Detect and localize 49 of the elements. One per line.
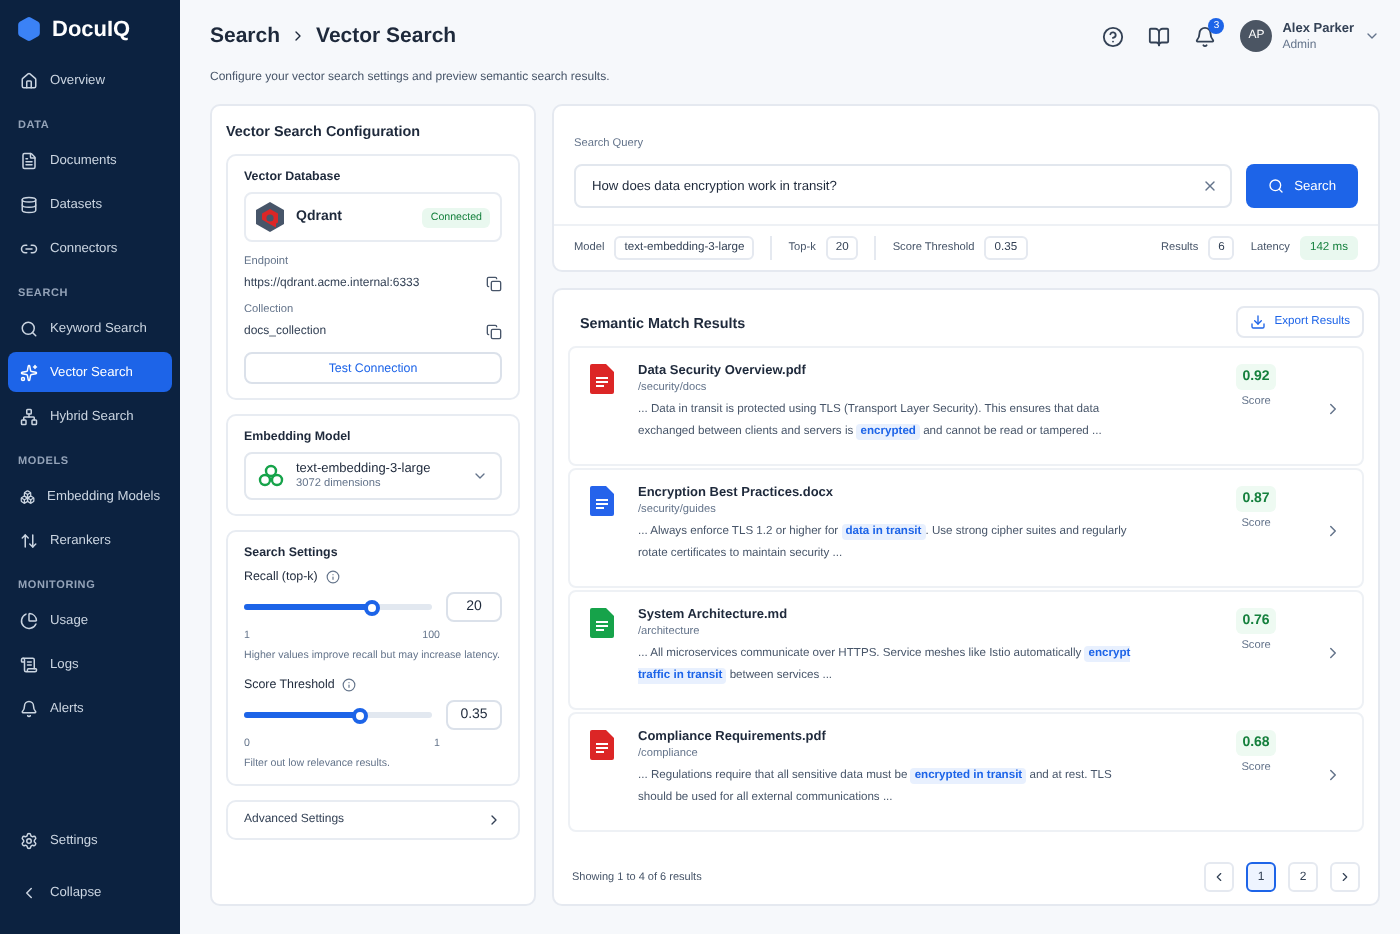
slider-track[interactable] bbox=[244, 604, 432, 610]
chevron-right-icon[interactable] bbox=[1324, 521, 1342, 539]
settings-icon bbox=[20, 831, 38, 849]
file-icon bbox=[590, 486, 614, 516]
help-icon[interactable] bbox=[1102, 25, 1125, 47]
slider-track[interactable] bbox=[244, 712, 432, 718]
nav-icon bbox=[20, 363, 38, 381]
nav-icon bbox=[20, 611, 38, 629]
nav-icon bbox=[20, 699, 38, 717]
search-icon bbox=[1268, 178, 1285, 194]
nav-icon bbox=[20, 655, 38, 673]
chevron-left-icon bbox=[1212, 870, 1226, 884]
nav-icon bbox=[20, 151, 38, 169]
chevron-down-icon bbox=[472, 468, 488, 484]
nav-icon bbox=[20, 71, 38, 89]
chevron-left-icon bbox=[20, 883, 38, 901]
nav-icon bbox=[20, 319, 38, 337]
chevron-right-icon[interactable] bbox=[1324, 765, 1342, 783]
info-icon[interactable] bbox=[342, 678, 357, 692]
book-icon[interactable] bbox=[1148, 25, 1171, 47]
file-icon bbox=[590, 730, 614, 760]
model-logo-icon bbox=[258, 463, 284, 489]
copy-icon[interactable] bbox=[486, 276, 502, 292]
logo-icon bbox=[16, 16, 42, 42]
copy-icon[interactable] bbox=[486, 324, 502, 340]
app-name: DocuIQ bbox=[52, 17, 131, 41]
file-icon bbox=[590, 608, 614, 638]
nav-icon bbox=[20, 239, 38, 257]
chevron-right-icon bbox=[486, 812, 502, 828]
chevron-right-icon[interactable] bbox=[1324, 399, 1342, 417]
slider-thumb[interactable] bbox=[363, 599, 380, 615]
slider-thumb[interactable] bbox=[352, 707, 369, 723]
info-icon[interactable] bbox=[325, 570, 340, 584]
chevron-right-icon[interactable] bbox=[1324, 643, 1342, 661]
page-title: Vector Search bbox=[316, 24, 457, 48]
file-icon bbox=[590, 364, 614, 394]
download-icon bbox=[1250, 314, 1267, 330]
nav-icon bbox=[20, 407, 38, 425]
nav-icon bbox=[20, 487, 36, 505]
breadcrumb-link[interactable]: Search bbox=[210, 24, 281, 48]
clear-icon[interactable] bbox=[1202, 178, 1219, 194]
chevron-right-icon bbox=[1338, 870, 1352, 884]
result-item[interactable] bbox=[568, 346, 1364, 466]
notification-icon[interactable] bbox=[1194, 25, 1217, 47]
result-item[interactable] bbox=[568, 468, 1364, 588]
nav-icon bbox=[20, 195, 38, 213]
chevron-down-icon[interactable] bbox=[1364, 28, 1380, 44]
nav-icon bbox=[20, 531, 38, 549]
database-logo-icon bbox=[256, 202, 284, 232]
